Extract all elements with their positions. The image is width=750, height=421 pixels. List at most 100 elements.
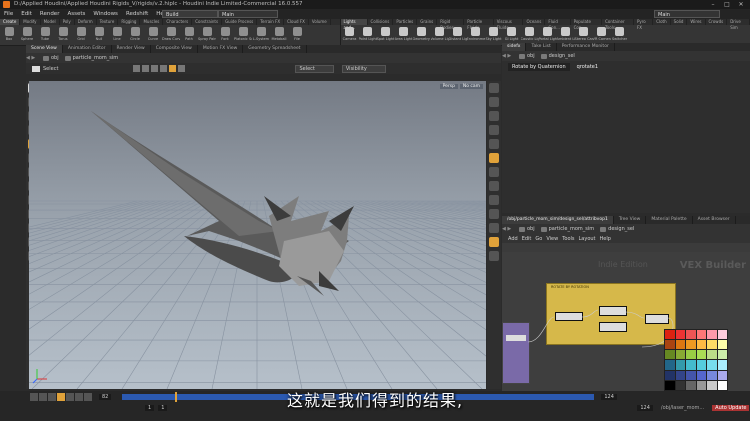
- shelf-tool-8[interactable]: Curve: [144, 25, 162, 45]
- shelf-tool-5[interactable]: Volume Light: [431, 25, 449, 45]
- palette-swatch[interactable]: [707, 350, 717, 360]
- tab-3[interactable]: Composite View: [151, 45, 198, 53]
- shelf-tool-15[interactable]: Metaball: [270, 25, 288, 45]
- tab-14[interactable]: Wires: [687, 19, 706, 25]
- select-type-dropdown[interactable]: Select: [295, 64, 334, 73]
- snap-icon[interactable]: [178, 65, 186, 72]
- tab-16[interactable]: Drive Sim: [727, 19, 750, 30]
- background-icon[interactable]: [489, 209, 499, 219]
- net-menu-2[interactable]: Go: [535, 236, 542, 242]
- build-desktop-dropdown[interactable]: Build: [162, 10, 218, 18]
- net-menu-6[interactable]: Help: [600, 236, 611, 242]
- desktop-dropdown[interactable]: Main: [218, 10, 278, 18]
- shelf-tool-3[interactable]: Torus: [54, 25, 72, 45]
- tab-5[interactable]: Geometry Spreadsheet: [243, 45, 307, 53]
- palette-swatch[interactable]: [717, 370, 727, 380]
- home-icon[interactable]: [489, 97, 499, 107]
- param-path-obj[interactable]: obj: [516, 53, 538, 59]
- net-menu-4[interactable]: Tools: [562, 236, 574, 242]
- net-path-node[interactable]: design_sel: [597, 226, 637, 232]
- menu-render[interactable]: Render: [36, 9, 64, 19]
- tab-13[interactable]: Volume: [309, 19, 331, 25]
- ghost-icon[interactable]: [489, 181, 499, 191]
- palette-swatch[interactable]: [665, 340, 675, 350]
- tab-11[interactable]: Pyro FX: [634, 19, 654, 30]
- palette-swatch[interactable]: [696, 350, 706, 360]
- shelf-tool-1[interactable]: Sphere: [18, 25, 36, 45]
- shelf-tool-4[interactable]: Geometry Light: [413, 25, 431, 45]
- shelf-tool-14[interactable]: L-System: [252, 25, 270, 45]
- palette-swatch[interactable]: [675, 370, 685, 380]
- tab-2[interactable]: Material Palette: [646, 216, 693, 224]
- persp-menu[interactable]: Persp: [439, 84, 458, 89]
- shading-icon[interactable]: [489, 125, 499, 135]
- palette-swatch[interactable]: [665, 350, 675, 360]
- shelf-tool-1[interactable]: Point Light: [359, 25, 377, 45]
- shelf-tool-15[interactable]: Switcher: [611, 25, 629, 45]
- palette-swatch[interactable]: [717, 340, 727, 350]
- menu-redshift[interactable]: Redshift: [122, 9, 152, 19]
- path-obj[interactable]: obj: [40, 55, 62, 61]
- palette-swatch[interactable]: [686, 360, 696, 370]
- points-mode-icon[interactable]: [142, 65, 150, 72]
- shelf-tool-13[interactable]: Platonic Solids: [234, 25, 252, 45]
- settings-icon[interactable]: [489, 251, 499, 261]
- net-path-obj[interactable]: obj: [516, 226, 538, 232]
- palette-swatch[interactable]: [717, 330, 727, 340]
- palette-swatch[interactable]: [707, 370, 717, 380]
- menu-file[interactable]: File: [0, 9, 17, 19]
- 3d-viewport[interactable]: Persp No cam: [29, 81, 486, 389]
- shelf-tool-6[interactable]: Line: [108, 25, 126, 45]
- palette-swatch[interactable]: [707, 330, 717, 340]
- visibility-dropdown[interactable]: Visibility: [341, 64, 386, 73]
- palette-swatch[interactable]: [665, 360, 675, 370]
- shelf-tool-9[interactable]: Draw Curve: [162, 25, 180, 45]
- shelf-tool-4[interactable]: Grid: [72, 25, 90, 45]
- menu-edit[interactable]: Edit: [17, 9, 36, 19]
- net-menu-3[interactable]: View: [546, 236, 558, 242]
- palette-swatch[interactable]: [717, 350, 727, 360]
- object-mode-icon[interactable]: [133, 65, 141, 72]
- path-node[interactable]: particle_mom_sim: [62, 55, 122, 61]
- shelf-tool-3[interactable]: Area Light: [395, 25, 413, 45]
- shelf-tool-0[interactable]: Camera: [341, 25, 359, 45]
- tab-15[interactable]: Crowds: [706, 19, 728, 25]
- palette-swatch[interactable]: [686, 340, 696, 350]
- palette-swatch[interactable]: [675, 360, 685, 370]
- palette-swatch[interactable]: [696, 330, 706, 340]
- snapshot-icon[interactable]: [489, 237, 499, 247]
- shelf-tool-0[interactable]: Box: [0, 25, 18, 45]
- palette-swatch[interactable]: [686, 350, 696, 360]
- edges-mode-icon[interactable]: [151, 65, 159, 72]
- grid-toggle-icon[interactable]: [489, 223, 499, 233]
- tab-4[interactable]: Motion FX View: [198, 45, 244, 53]
- net-menu-0[interactable]: Add: [508, 236, 518, 242]
- isolate-icon[interactable]: [489, 195, 499, 205]
- back-arrow-icon[interactable]: ◀ ▶: [26, 55, 40, 61]
- tab-1[interactable]: Animation Editor: [63, 45, 112, 53]
- rotate-quaternion-value[interactable]: qrotate1: [574, 63, 700, 71]
- camera-menu[interactable]: No cam: [459, 84, 483, 89]
- param-back-icon[interactable]: ◀ ▶: [502, 53, 516, 59]
- shelf-tool-9[interactable]: GI Light: [503, 25, 521, 45]
- tab-3[interactable]: Asset Browser: [693, 216, 736, 224]
- tab-0[interactable]: Scene View: [26, 45, 63, 53]
- shelf-tool-12[interactable]: Font: [216, 25, 234, 45]
- palette-swatch[interactable]: [686, 370, 696, 380]
- shelf-tool-5[interactable]: Null: [90, 25, 108, 45]
- palette-swatch[interactable]: [696, 340, 706, 350]
- palette-swatch[interactable]: [675, 350, 685, 360]
- prims-mode-icon[interactable]: [160, 65, 168, 72]
- palette-swatch[interactable]: [717, 360, 727, 370]
- color-palette[interactable]: [664, 329, 728, 391]
- minimize-icon[interactable]: –: [706, 0, 720, 9]
- display-points-icon[interactable]: [489, 153, 499, 163]
- param-path-node[interactable]: design_sel: [538, 53, 578, 59]
- net-back-icon[interactable]: ◀ ▶: [502, 226, 516, 232]
- shelf-tool-7[interactable]: Circle: [126, 25, 144, 45]
- workspace-dropdown[interactable]: Main: [654, 10, 720, 18]
- tab-2[interactable]: Performance Monitor: [557, 43, 615, 51]
- shelf-tool-2[interactable]: Spot Light: [377, 25, 395, 45]
- network-canvas[interactable]: Indie Edition VEX Builder ROTATE BY ROTA…: [502, 252, 750, 391]
- palette-swatch[interactable]: [696, 360, 706, 370]
